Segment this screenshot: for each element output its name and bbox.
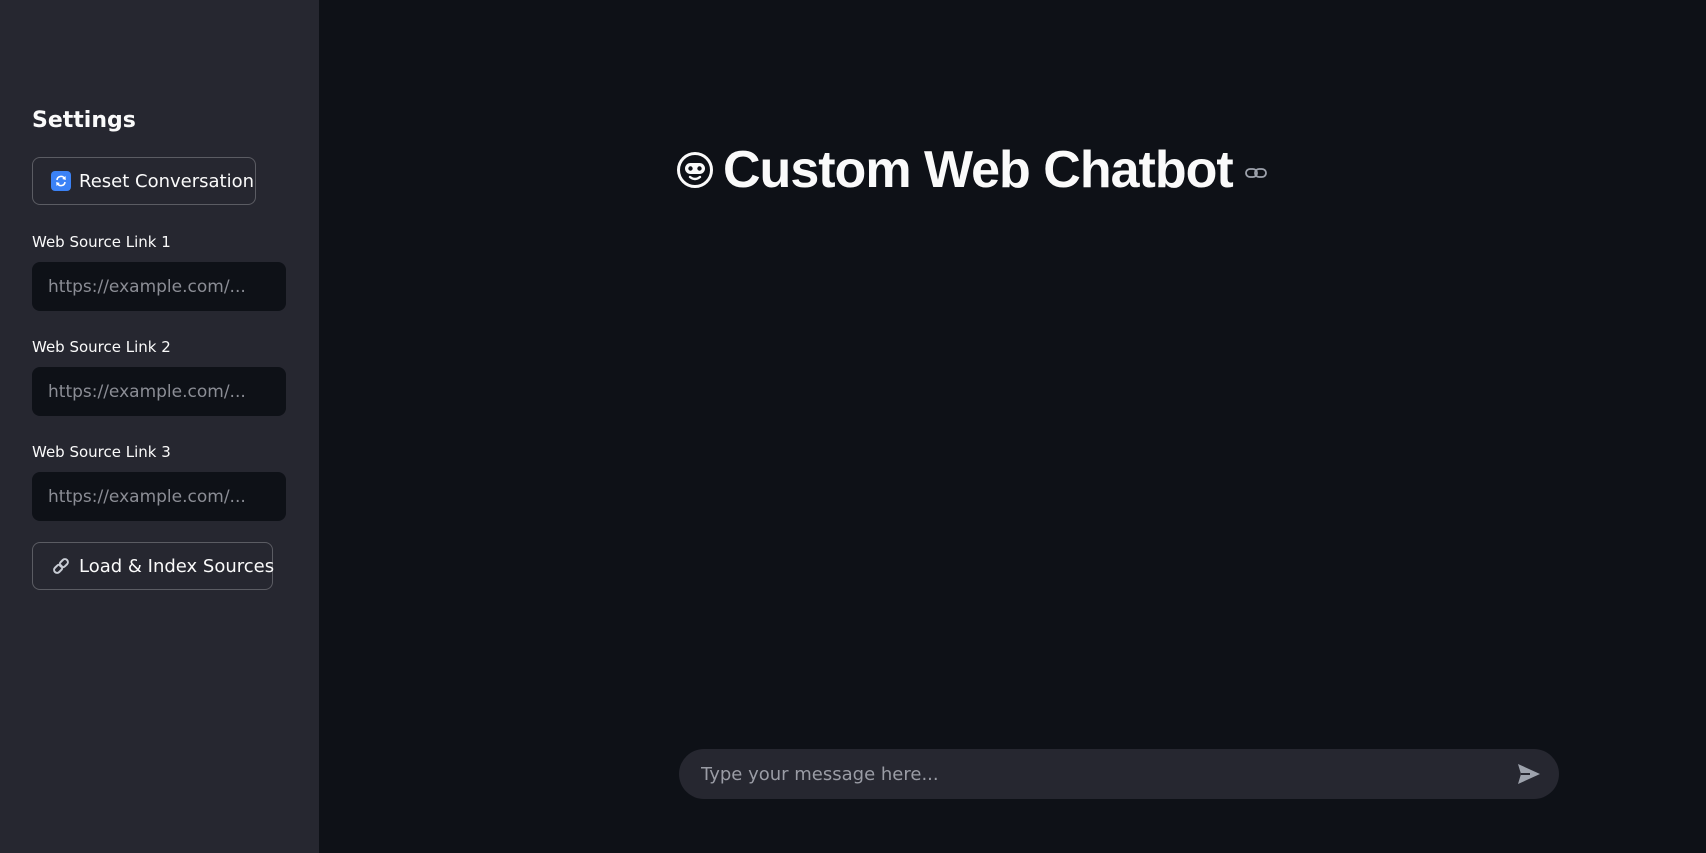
- web-source-link-2-input[interactable]: [32, 367, 286, 416]
- reset-conversation-button[interactable]: Reset Conversation: [32, 157, 256, 205]
- chat-input-bar: [679, 749, 1559, 799]
- link-icon: [51, 556, 71, 576]
- reset-conversation-label: Reset Conversation: [79, 170, 255, 192]
- web-source-link-2-label: Web Source Link 2: [32, 338, 171, 356]
- chat-message-input[interactable]: [699, 762, 1515, 786]
- page-title: Custom Web Chatbot: [676, 138, 1267, 202]
- send-icon[interactable]: [1515, 760, 1543, 788]
- app-root: Settings Reset Conversation Web Source L…: [0, 0, 1706, 853]
- web-source-link-1-input[interactable]: [32, 262, 286, 311]
- load-index-sources-label: Load & Index Sources: [79, 555, 275, 577]
- web-source-link-3-label: Web Source Link 3: [32, 443, 171, 461]
- sidebar: Settings Reset Conversation Web Source L…: [0, 0, 319, 853]
- page-title-text: Custom Web Chatbot: [723, 141, 1234, 199]
- web-source-link-1-label: Web Source Link 1: [32, 233, 171, 251]
- link-icon[interactable]: [1244, 162, 1267, 184]
- web-source-link-3-input[interactable]: [32, 472, 286, 521]
- reset-arrows-icon: [51, 171, 71, 191]
- load-index-sources-button[interactable]: Load & Index Sources: [32, 542, 275, 590]
- robot-face-icon: [676, 151, 714, 189]
- sidebar-title: Settings: [32, 108, 136, 133]
